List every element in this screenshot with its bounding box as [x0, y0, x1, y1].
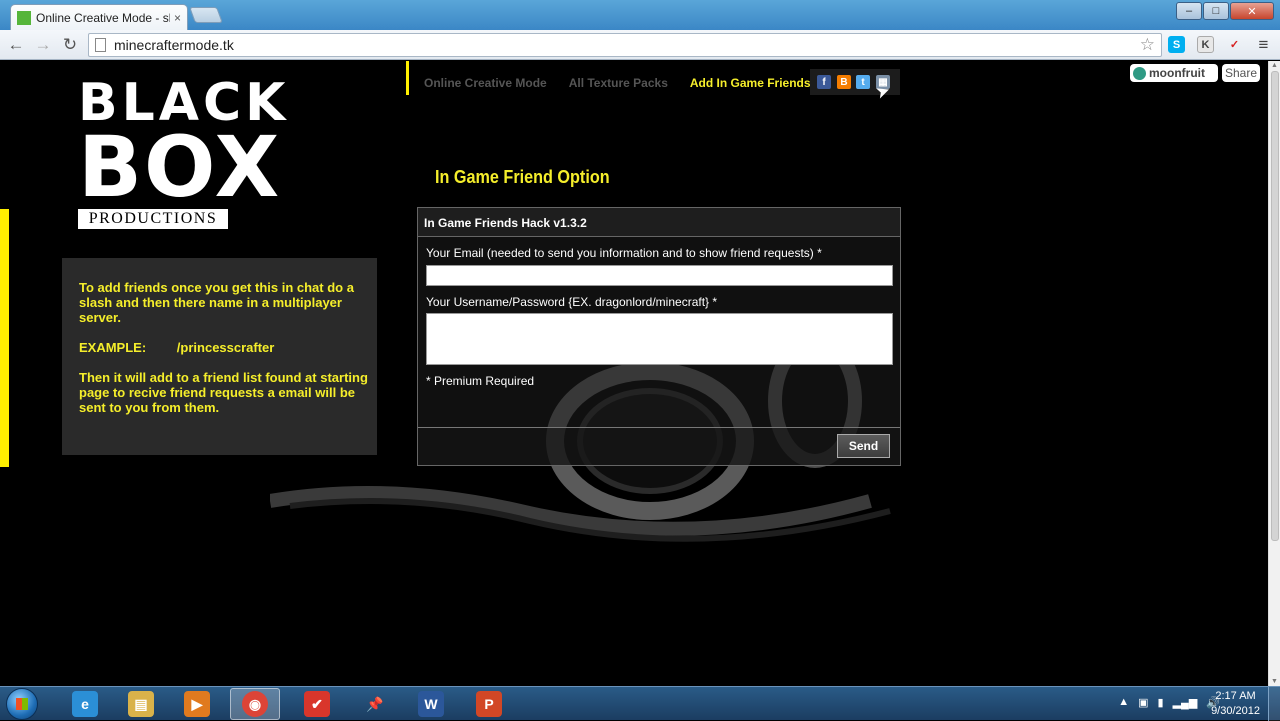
show-desktop-button[interactable]: [1268, 687, 1280, 721]
reload-button[interactable]: ↻: [59, 34, 81, 56]
site-navigation: Online Creative Mode All Texture Packs A…: [424, 76, 821, 90]
yellow-accent-stripe: [0, 209, 9, 467]
web-page: BLACK BOX PRODUCTIONS Online Creative Mo…: [0, 61, 1268, 686]
tab-online-creative-mode[interactable]: Online Creative Mode - sh ×: [10, 4, 188, 30]
taskbar-clock[interactable]: 2:17 AM 9/30/2012: [1211, 689, 1260, 719]
start-button[interactable]: [6, 688, 38, 720]
moonfruit-label: moonfruit: [1149, 66, 1205, 80]
blogger-icon[interactable]: B: [837, 75, 851, 89]
bookmark-star-icon[interactable]: ☆: [1140, 35, 1155, 55]
tab-close-icon[interactable]: ×: [174, 11, 181, 25]
taskbar-chrome[interactable]: ◉: [230, 688, 280, 720]
page-icon: [95, 38, 106, 52]
credentials-label: Your Username/Password {EX. dragonlord/m…: [426, 295, 718, 309]
close-window-button[interactable]: ✕: [1230, 2, 1274, 20]
moonfruit-logo-icon: [1133, 66, 1146, 80]
nav-accent-bar: [406, 61, 409, 95]
skype-icon[interactable]: S: [1168, 36, 1185, 53]
chrome-menu-icon[interactable]: ≡: [1255, 35, 1272, 54]
media-player-icon: ▶: [184, 691, 210, 717]
minecraft-favicon-icon: [17, 10, 31, 25]
nav-online-creative-mode[interactable]: Online Creative Mode: [424, 76, 547, 90]
address-bar[interactable]: minecraftermode.tk ☆: [88, 33, 1162, 57]
page-title: In Game Friend Option: [435, 167, 610, 187]
taskbar-file-explorer[interactable]: ▤: [116, 688, 166, 720]
twitter-icon[interactable]: t: [856, 75, 870, 89]
form-title: In Game Friends Hack v1.3.2: [418, 208, 900, 237]
form-footer: Send: [418, 427, 900, 465]
power-icon[interactable]: ▮: [1158, 696, 1164, 709]
taskbar-todoist[interactable]: ✔: [292, 688, 342, 720]
scroll-down-icon[interactable]: ▼: [1271, 678, 1278, 685]
black-box-logo[interactable]: BLACK BOX PRODUCTIONS: [78, 77, 285, 229]
system-tray: ▲ ▣ ▮ ▂▄▆ 🔊: [1109, 696, 1220, 709]
new-tab-button[interactable]: [189, 7, 223, 23]
network-signal-icon[interactable]: ▂▄▆: [1173, 696, 1198, 709]
page-scrollbar[interactable]: ▲ ▼: [1268, 61, 1280, 686]
clock-time: 2:17 AM: [1215, 690, 1256, 702]
email-label: Your Email (needed to send you informati…: [426, 246, 822, 260]
taskbar-internet-explorer[interactable]: e: [60, 688, 110, 720]
instructions-paragraph-1: To add friends once you get this in chat…: [79, 280, 354, 325]
tray-app-icon[interactable]: ▣: [1138, 696, 1148, 709]
taskbar-pin-tool[interactable]: 📌: [350, 688, 400, 720]
minimize-button[interactable]: –: [1176, 2, 1202, 20]
share-button[interactable]: Share: [1222, 64, 1260, 82]
moonfruit-badge[interactable]: moonfruit: [1130, 64, 1218, 82]
facebook-icon[interactable]: f: [817, 75, 831, 89]
friends-hack-form: In Game Friends Hack v1.3.2 Your Email (…: [417, 207, 901, 466]
todo-icon: ✔: [304, 691, 330, 717]
folder-icon: ▤: [128, 691, 154, 717]
pushpin-icon: 📌: [366, 695, 384, 712]
nav-all-texture-packs[interactable]: All Texture Packs: [569, 76, 668, 90]
premium-note: * Premium Required: [426, 374, 535, 388]
word-icon: W: [418, 691, 444, 717]
flag-extension-icon[interactable]: ✓: [1226, 36, 1243, 53]
credentials-field[interactable]: [426, 313, 893, 365]
taskbar-powerpoint[interactable]: P: [464, 688, 514, 720]
example-value: /princesscrafter: [176, 340, 275, 355]
internet-explorer-icon: e: [72, 691, 98, 717]
powerpoint-icon: P: [476, 691, 502, 717]
logo-line-box: BOX: [78, 118, 282, 216]
tab-title: Online Creative Mode - sh: [36, 10, 170, 25]
browser-titlebar: Online Creative Mode - sh × – □ ✕: [0, 0, 1280, 30]
windows-logo-icon: [16, 698, 28, 710]
email-field[interactable]: [426, 265, 893, 286]
windows-taskbar: e ▤ ▶ ◉ ✔ 📌 W P ▲ ▣ ▮ ▂▄▆ 🔊 2:17 AM 9/30…: [0, 686, 1280, 721]
taskbar-media-player[interactable]: ▶: [172, 688, 222, 720]
taskbar-word[interactable]: W: [406, 688, 456, 720]
example-label: EXAMPLE:: [79, 340, 147, 355]
scroll-up-icon[interactable]: ▲: [1271, 62, 1278, 69]
forward-button[interactable]: →: [32, 34, 54, 56]
tray-expand-icon[interactable]: ▲: [1118, 696, 1129, 709]
send-button[interactable]: Send: [837, 434, 890, 458]
scrollbar-thumb[interactable]: [1271, 71, 1279, 541]
clock-date: 9/30/2012: [1211, 705, 1260, 717]
k-extension-icon[interactable]: K: [1197, 36, 1214, 53]
nav-add-in-game-friends[interactable]: Add In Game Friends: [690, 76, 811, 90]
chrome-icon: ◉: [242, 691, 268, 717]
url-text[interactable]: minecraftermode.tk: [114, 37, 234, 53]
browser-toolbar: ← → ↻ minecraftermode.tk ☆ S K ✓ ≡: [0, 30, 1280, 60]
maximize-button[interactable]: □: [1203, 2, 1229, 20]
back-button[interactable]: ←: [5, 34, 27, 56]
instructions-example: EXAMPLE: /princesscrafter: [79, 340, 369, 355]
logo-line-productions: PRODUCTIONS: [78, 209, 228, 229]
